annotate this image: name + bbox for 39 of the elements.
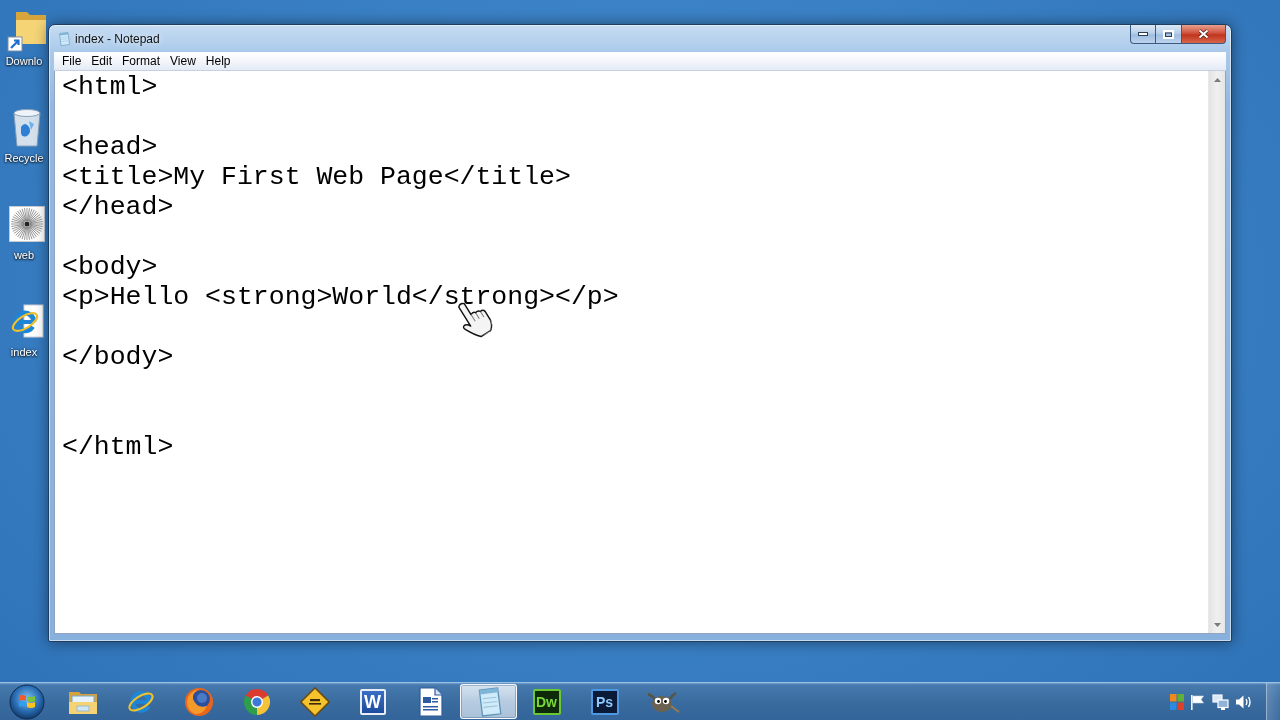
- maximize-icon: [1163, 29, 1174, 39]
- mascot-icon: [645, 689, 680, 714]
- menu-item[interactable]: File: [57, 54, 87, 68]
- round-logo-icon: [241, 686, 272, 717]
- scroll-down-icon: [1213, 622, 1221, 627]
- taskbar-button[interactable]: [460, 684, 517, 719]
- scroll-up-icon: [1213, 77, 1221, 82]
- close-button[interactable]: [1182, 25, 1226, 44]
- window-title: index - Notepad: [75, 32, 160, 46]
- minimize-button[interactable]: [1130, 25, 1156, 44]
- fox-globe-icon: [183, 686, 214, 717]
- taskbar-button[interactable]: Dw: [518, 684, 575, 719]
- minimize-icon: [1138, 32, 1148, 36]
- e-logo-icon: [10, 303, 44, 339]
- radial-pattern-icon: [9, 206, 45, 242]
- start-orb-icon: [9, 683, 45, 720]
- taskbar-button[interactable]: Ps: [576, 684, 633, 719]
- document-icon: [418, 686, 443, 717]
- desktop-icon-label[interactable]: web: [13, 248, 35, 262]
- recycle-bin-icon: [12, 107, 42, 147]
- app-logo: Ps: [590, 688, 619, 715]
- taskbar-button[interactable]: W: [344, 684, 401, 719]
- four-squares-icon: [1170, 693, 1184, 710]
- menu-item[interactable]: Help: [200, 54, 236, 68]
- flag-icon: [1190, 693, 1206, 710]
- menu-item[interactable]: Format: [117, 54, 166, 68]
- menu-item[interactable]: Edit: [86, 54, 118, 68]
- notepad-icon: [58, 32, 70, 46]
- close-icon: [1198, 29, 1209, 39]
- desktop-icon-label[interactable]: Downlo: [5, 54, 43, 68]
- network-icon: [1212, 693, 1229, 710]
- menu-item[interactable]: View: [165, 54, 201, 68]
- speaker-icon: [1235, 693, 1252, 710]
- desktop-icon-label[interactable]: index: [10, 345, 38, 359]
- desktop-icon-label[interactable]: Recycle: [4, 151, 44, 165]
- app-logo: Dw: [532, 688, 561, 715]
- scrollbar[interactable]: [1208, 71, 1225, 633]
- maximize-button[interactable]: [1156, 25, 1182, 44]
- app-logo: W: [359, 688, 386, 715]
